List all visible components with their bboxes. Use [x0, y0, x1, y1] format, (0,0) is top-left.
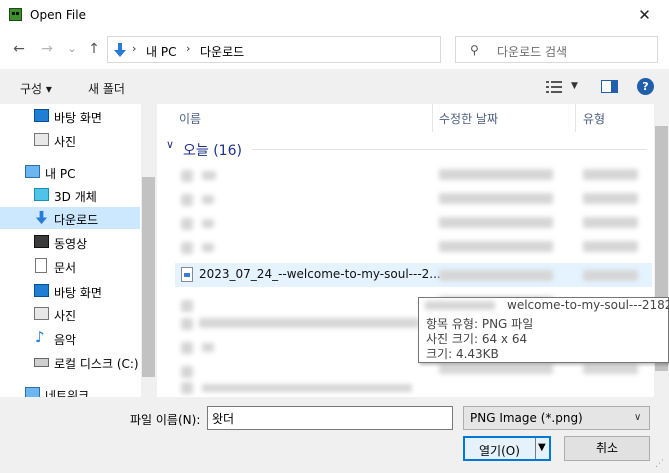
open-button-label: 열기(O) [479, 444, 520, 458]
navigation-pane: 바탕 화면 사진 내 PC 3D 개체 다운로드 동영상 문서 바탕 화면 사진… [0, 104, 156, 397]
file-row-redacted[interactable] [157, 236, 654, 258]
filename-label: 파일 이름(N): [130, 413, 201, 427]
sidebar-item-local-disk[interactable]: 로컬 디스크 (C:) [0, 351, 140, 373]
documents-icon [35, 258, 47, 273]
column-divider[interactable] [432, 104, 433, 132]
sidebar-item-label: 3D 개체 [54, 190, 97, 204]
up-button[interactable]: ↑ [84, 39, 104, 59]
music-icon: ♪ [35, 328, 45, 346]
back-button[interactable]: ← [9, 39, 29, 59]
view-options-icon[interactable] [546, 81, 562, 93]
column-header-date[interactable]: 수정한 날짜 [439, 108, 498, 130]
sidebar-item-label: 사진 [54, 135, 77, 149]
filetype-value: PNG Image (*.png) [470, 411, 583, 425]
drive-icon [34, 358, 49, 367]
sidebar-scrollbar-thumb[interactable] [142, 177, 155, 377]
chevron-down-icon: ∨ [634, 412, 642, 423]
sidebar-item-label: 내 PC [45, 167, 76, 181]
address-bar[interactable]: › 내 PC › 다운로드 ⌄ ↻ [107, 36, 541, 63]
sidebar-scrollbar[interactable] [141, 104, 156, 397]
videos-icon [34, 235, 49, 248]
preview-pane-icon[interactable] [601, 80, 618, 93]
sidebar-item-music[interactable]: ♪ 음악 [0, 327, 140, 349]
forward-button[interactable]: → [37, 39, 57, 59]
close-button[interactable]: ✕ [620, 0, 669, 31]
redacted-date [439, 270, 553, 281]
download-icon [114, 43, 126, 57]
file-row-redacted[interactable] [157, 380, 654, 397]
redacted-tooltip-prefix [425, 301, 495, 310]
sidebar-item-network[interactable]: 네트워크 [0, 383, 140, 397]
file-row-redacted[interactable] [157, 188, 654, 210]
breadcrumb-separator[interactable]: › [186, 42, 190, 55]
organize-button[interactable]: 구성 ▾ [20, 80, 52, 97]
sidebar-item-documents[interactable]: 문서 [0, 255, 140, 277]
png-file-icon [181, 267, 193, 282]
tooltip-size: 크기: 4.43KB [426, 347, 499, 361]
sidebar-item-pictures[interactable]: 사진 [0, 129, 140, 151]
open-dropdown-icon[interactable]: ▼ [538, 442, 546, 453]
file-name[interactable]: 2023_07_24_--welcome-to-my-soul---2... [199, 267, 441, 281]
tooltip-name: welcome-to-my-soul---21826 [507, 298, 669, 312]
filename-input[interactable]: 왓더 [207, 406, 453, 430]
sidebar-item-pc[interactable]: 내 PC [0, 161, 140, 183]
breadcrumb-pc[interactable]: 내 PC [146, 43, 176, 60]
download-icon [35, 210, 48, 225]
search-placeholder: 다운로드 검색 [497, 45, 568, 59]
sidebar-item-label: 바탕 화면 [54, 286, 102, 300]
pc-icon [25, 165, 40, 178]
sidebar-item-label: 다운로드 [54, 213, 99, 227]
file-row-redacted[interactable] [157, 212, 654, 234]
3d-objects-icon [34, 188, 49, 201]
file-tooltip: welcome-to-my-soul---21826 항목 유형: PNG 파일… [418, 297, 669, 363]
sidebar-item-pictures-2[interactable]: 사진 [0, 303, 140, 325]
sidebar-item-label: 사진 [54, 309, 77, 323]
search-icon: ⚲ [470, 43, 479, 57]
desktop-icon [34, 109, 49, 122]
breadcrumb-separator[interactable]: › [132, 42, 136, 55]
title-bar: Open File ✕ [0, 0, 669, 31]
filetype-select[interactable]: PNG Image (*.png) ∨ [463, 406, 650, 430]
sidebar-item-desktop-2[interactable]: 바탕 화면 [0, 280, 140, 302]
sidebar-item-desktop[interactable]: 바탕 화면 [0, 105, 140, 127]
network-icon [25, 387, 40, 397]
sort-ascending-icon: ⌃ [497, 104, 505, 111]
sidebar-item-label: 네트워크 [45, 389, 90, 397]
view-dropdown-icon[interactable]: ▼ [571, 81, 578, 91]
app-icon [9, 8, 22, 21]
file-row-redacted[interactable] [157, 360, 654, 382]
group-collapse-icon[interactable]: ∨ [166, 138, 174, 151]
group-header-today[interactable]: 오늘 (16) [183, 140, 242, 160]
breadcrumb-downloads[interactable]: 다운로드 [200, 43, 244, 60]
group-divider [252, 149, 647, 150]
sidebar-item-videos[interactable]: 동영상 [0, 231, 140, 253]
recent-locations-button[interactable]: ⌄ [62, 39, 82, 59]
file-row-redacted[interactable] [157, 164, 654, 186]
column-header-type[interactable]: 유형 [583, 108, 605, 130]
sidebar-item-label: 음악 [54, 333, 77, 347]
sidebar-item-label: 바탕 화면 [54, 111, 102, 125]
sidebar-item-label: 로컬 디스크 (C:) [54, 357, 139, 371]
redacted-type [583, 270, 638, 281]
search-box[interactable]: ⚲ 다운로드 검색 [455, 36, 658, 63]
window-title: Open File [30, 8, 86, 22]
column-divider[interactable] [575, 104, 576, 132]
pictures-icon [34, 307, 49, 320]
open-split-divider [535, 438, 536, 459]
sidebar-item-label: 문서 [54, 261, 77, 275]
resize-grip-icon[interactable]: ⋰ [655, 459, 664, 469]
sidebar-item-downloads[interactable]: 다운로드 [0, 207, 140, 229]
desktop-icon [34, 284, 49, 297]
pictures-icon [34, 133, 49, 146]
help-icon[interactable]: ? [637, 78, 654, 95]
dialog-footer: 파일 이름(N): 왓더 PNG Image (*.png) ∨ 열기(O) ▼… [0, 397, 669, 473]
navigation-bar: ← → ⌄ ↑ › 내 PC › 다운로드 ⌄ ↻ ⚲ 다운로드 검색 [0, 31, 669, 69]
command-toolbar: 구성 ▾ 새 폴더 ▼ ? [0, 69, 669, 104]
open-button[interactable]: 열기(O) ▼ [463, 436, 551, 461]
cancel-button[interactable]: 취소 [564, 436, 650, 461]
sidebar-item-3d-objects[interactable]: 3D 개체 [0, 184, 140, 206]
column-header-name[interactable]: 이름 [179, 108, 201, 130]
new-folder-button[interactable]: 새 폴더 [88, 80, 125, 97]
sidebar-item-label: 동영상 [54, 237, 88, 251]
